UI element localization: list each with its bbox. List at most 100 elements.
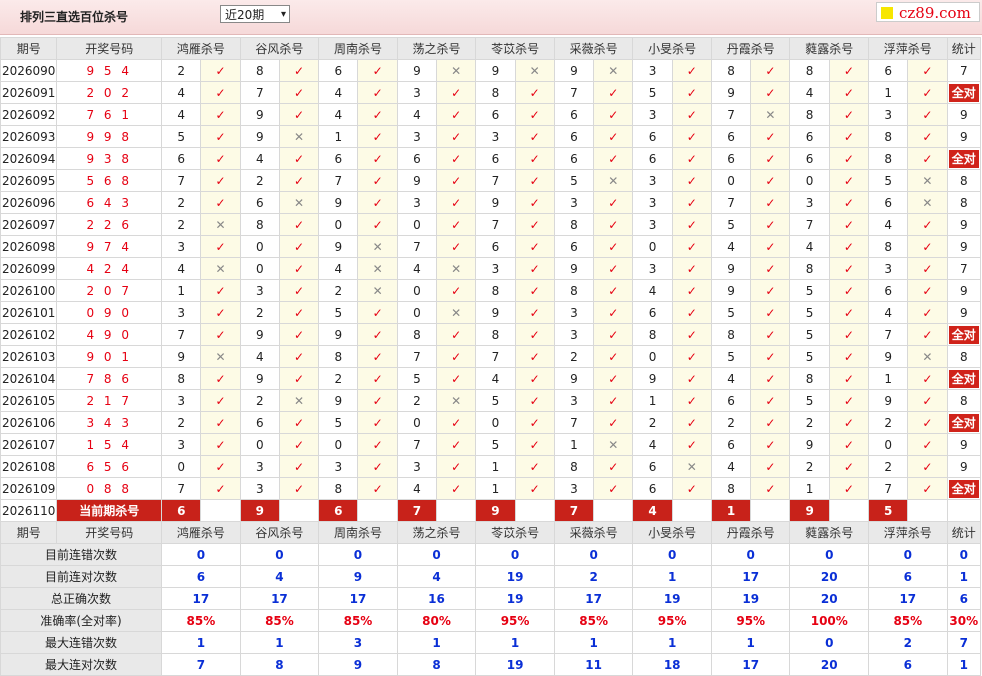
summary-label: 准确率(全对率) (0, 609, 163, 632)
summary-row: 最大连错次数 1 1 3 1 1 1 1 1 0 2 7 (0, 631, 982, 654)
hit-check-icon: ✓ (671, 81, 712, 104)
period-range-select[interactable]: 近20期 ▾ (220, 5, 290, 23)
kill-number-cell: 7 (553, 81, 595, 104)
kill-number-cell: 9 (553, 367, 595, 390)
kill-number-cell: 5 (710, 345, 752, 368)
stat-cell: 9 (946, 455, 982, 478)
logo-text: cz89.com (899, 4, 971, 22)
kill-number-cell: 9 (553, 257, 595, 280)
table-row: 2026105 2 1 7 3 ✓ 2 ✕ 9 ✓ 2 ✕ 5 ✓ 3 ✓ 1 ✓ 6 ✓ 5 ✓ 9 ✓ 8 (0, 389, 982, 412)
summary-label: 总正确次数 (0, 587, 163, 610)
kill-number-cell: 7 (396, 433, 438, 456)
col-expert-header: 周南杀号 (318, 37, 398, 60)
kill-number-cell: 2 (868, 455, 909, 478)
miss-cross-icon: ✕ (278, 125, 320, 148)
hit-check-icon: ✓ (750, 59, 791, 82)
period-cell: 2026104 (0, 367, 58, 390)
summary-value: 1 (632, 565, 712, 588)
kill-number-cell: 3 (239, 477, 280, 500)
hit-check-icon: ✓ (436, 345, 477, 368)
summary-value: 2 (553, 565, 634, 588)
kill-number-cell: 7 (475, 169, 516, 192)
stat-cell: 9 (946, 279, 982, 302)
current-kill-label: 当前期杀号 (56, 499, 163, 522)
kill-number-cell: 8 (396, 323, 438, 346)
kill-number-cell: 6 (632, 301, 673, 324)
table-row: 2026096 6 4 3 2 ✓ 6 ✕ 9 ✓ 3 ✓ 9 ✓ 3 ✓ 3 ✓ 7 ✓ 3 ✓ 6 ✕ 8 (0, 191, 982, 214)
hit-check-icon: ✓ (750, 125, 791, 148)
current-period-row: 2026110 当前期杀号 6 9 6 7 9 7 4 1 9 5 (0, 499, 982, 522)
miss-cross-icon: ✕ (907, 191, 948, 214)
miss-cross-icon: ✕ (514, 59, 555, 82)
col-expert-header: 浮萍杀号 (868, 521, 948, 544)
header-row: 期号 开奖号码 鸿雁杀号 谷风杀号 周南杀号 荡之杀号 苓苡杀号 采薇杀号 小旻杀号 丹霞杀号 蕤露… (0, 521, 982, 544)
hit-check-icon: ✓ (436, 103, 477, 126)
table-row: 2026104 7 8 6 8 ✓ 9 ✓ 2 ✓ 5 ✓ 4 ✓ 9 ✓ 9 ✓ 4 ✓ 8 ✓ 1 ✓ 全对 (0, 367, 982, 390)
summary-value: 17 (318, 587, 398, 610)
summary-value: 1 (632, 631, 712, 654)
hit-check-icon: ✓ (514, 301, 555, 324)
kill-number-cell: 4 (318, 257, 359, 280)
hit-check-icon: ✓ (200, 367, 241, 390)
kill-number-cell: 1 (318, 125, 359, 148)
draw-number-cell: 5 6 8 (56, 169, 163, 192)
hit-check-icon: ✓ (828, 81, 870, 104)
hit-check-icon: ✓ (907, 125, 948, 148)
kill-number-cell: 5 (789, 301, 830, 324)
kill-number-cell: 3 (475, 125, 516, 148)
kill-number-cell: 4 (475, 367, 516, 390)
period-cell: 2026097 (0, 213, 58, 236)
table-row: 2026107 1 5 4 3 ✓ 0 ✓ 0 ✓ 7 ✓ 5 ✓ 1 ✕ 4 ✓ 6 ✓ 9 ✓ 0 ✓ 9 (0, 433, 982, 456)
summary-value: 85% (161, 609, 241, 632)
kill-number-cell: 2 (710, 411, 752, 434)
hit-check-icon: ✓ (671, 411, 712, 434)
hit-check-icon: ✓ (828, 345, 870, 368)
hit-check-icon: ✓ (278, 301, 320, 324)
kill-number-cell: 3 (161, 389, 202, 412)
kill-number-cell: 3 (632, 169, 673, 192)
hit-check-icon: ✓ (671, 103, 712, 126)
current-kill-number: 6 (161, 499, 202, 522)
kill-number-cell: 3 (239, 455, 280, 478)
hit-check-icon: ✓ (671, 235, 712, 258)
stat-cell: 9 (946, 125, 982, 148)
period-cell: 2026099 (0, 257, 58, 280)
col-expert-header: 鸿雁杀号 (161, 521, 241, 544)
hit-check-icon: ✓ (436, 367, 477, 390)
summary-value: 3 (318, 631, 398, 654)
hit-check-icon: ✓ (671, 345, 712, 368)
hit-check-icon: ✓ (200, 411, 241, 434)
hit-check-icon: ✓ (514, 411, 555, 434)
hit-check-icon: ✓ (828, 257, 870, 280)
table-row: 2026109 0 8 8 7 ✓ 3 ✓ 8 ✓ 4 ✓ 1 ✓ 3 ✓ 6 ✓ 8 ✓ 1 ✓ 7 ✓ 全对 (0, 477, 982, 500)
site-logo[interactable]: cz89.com (876, 2, 980, 22)
hit-check-icon: ✓ (514, 81, 555, 104)
hit-check-icon: ✓ (357, 81, 398, 104)
period-cell: 2026102 (0, 323, 58, 346)
kill-number-cell: 6 (475, 235, 516, 258)
hit-check-icon: ✓ (750, 235, 791, 258)
summary-value: 19 (632, 587, 712, 610)
col-expert-header: 荡之杀号 (396, 521, 477, 544)
kill-number-cell: 0 (239, 433, 280, 456)
stat-cell: 7 (946, 257, 982, 280)
all-correct-badge: 全对 (948, 369, 979, 388)
kill-number-cell: 2 (161, 411, 202, 434)
period-cell: 2026106 (0, 411, 58, 434)
kill-number-cell: 4 (868, 301, 909, 324)
summary-label: 目前连对次数 (0, 565, 163, 588)
hit-check-icon: ✓ (750, 477, 791, 500)
summary-value: 20 (789, 587, 870, 610)
hit-check-icon: ✓ (200, 323, 241, 346)
kill-number-cell: 4 (318, 81, 359, 104)
hit-check-icon: ✓ (593, 455, 634, 478)
kill-number-cell: 8 (868, 147, 909, 170)
kill-number-cell: 8 (868, 125, 909, 148)
draw-number-cell: 3 4 3 (56, 411, 163, 434)
current-kill-blank (357, 499, 398, 522)
draw-number-cell: 6 4 3 (56, 191, 163, 214)
stat-cell: 全对 (946, 411, 982, 434)
kill-number-cell: 6 (868, 191, 909, 214)
hit-check-icon: ✓ (671, 147, 712, 170)
miss-cross-icon: ✕ (750, 103, 791, 126)
